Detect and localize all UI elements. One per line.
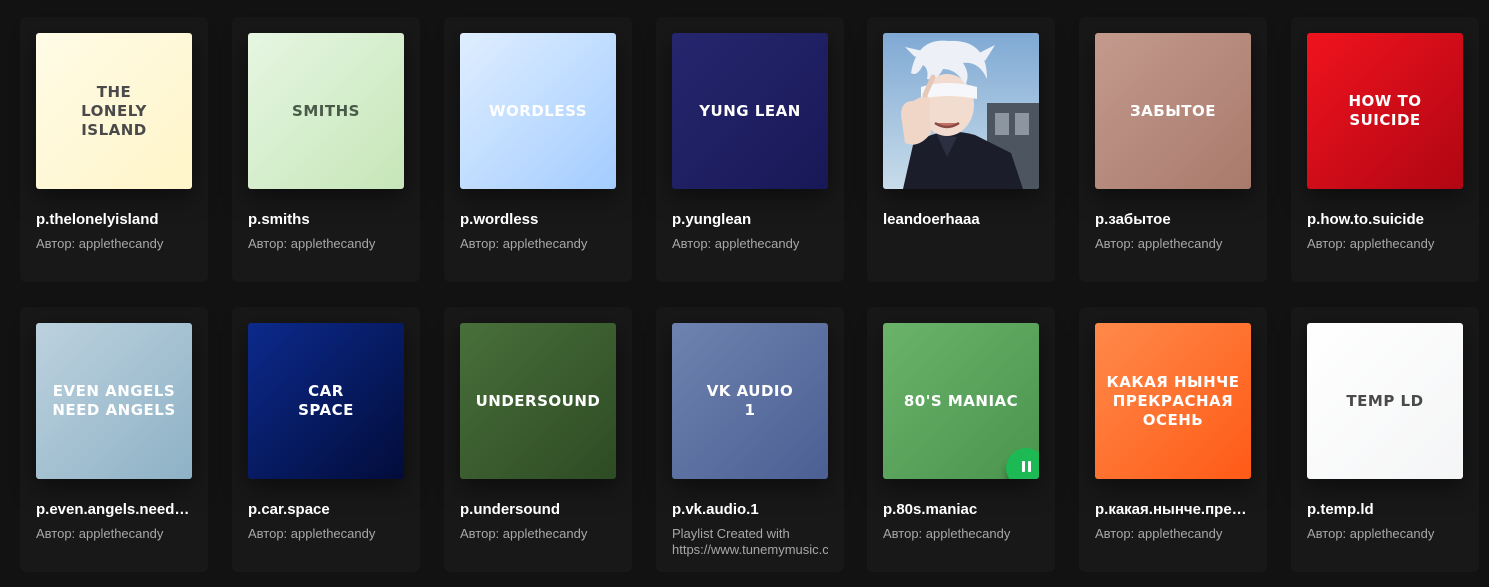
playlist-cover[interactable]: THE LONELY ISLAND xyxy=(36,33,192,189)
playlist-cover[interactable]: EVEN ANGELS NEED ANGELS xyxy=(36,323,192,479)
playlist-cover[interactable]: HOW TO SUICIDE xyxy=(1307,33,1463,189)
cover-text: YUNG LEAN xyxy=(699,101,801,120)
playlist-grid: THE LONELY ISLAND p.thelonelyisland Автор:… xyxy=(0,0,1489,587)
cover-text: CAR SPACE xyxy=(298,382,354,419)
playlist-subtitle: Автор: applethecandy xyxy=(883,526,1011,541)
playlist-cover[interactable]: YUNG LEAN xyxy=(672,33,828,189)
playlist-card[interactable]: UNDERSOUND p.undersound Автор: applethecan… xyxy=(444,307,632,572)
playlist-card[interactable]: SMITHS p.smiths Автор: applethecandy xyxy=(232,17,420,282)
playlist-card[interactable]: VK AUDIO 1 p.vk.audio.1 Playlist Created w… xyxy=(656,307,844,572)
playlist-subtitle: Автор: applethecandy xyxy=(1307,236,1435,251)
playlist-subtitle: Автор: applethecandy xyxy=(460,526,588,541)
playlist-subtitle: Автор: applethecandy xyxy=(248,526,376,541)
playlist-subtitle: Playlist Created with https://www.tunemy… xyxy=(672,526,828,557)
playlist-cover[interactable]: КАКАЯ НЫНЧЕ ПРЕКРАСНАЯ ОСЕНЬ xyxy=(1095,323,1251,479)
playlist-title[interactable]: p.temp.ld xyxy=(1307,501,1463,518)
playlist-subtitle: Автор: applethecandy xyxy=(36,526,164,541)
pause-button[interactable] xyxy=(1006,448,1039,479)
playlist-cover[interactable]: 80'S MANIAC xyxy=(883,323,1039,479)
playlist-title[interactable]: p.thelonelyisland xyxy=(36,211,192,228)
playlist-cover[interactable]: UNDERSOUND xyxy=(460,323,616,479)
playlist-title[interactable]: p.забытое xyxy=(1095,211,1251,228)
playlist-title[interactable]: p.какая.нынче.прекрасная.осень xyxy=(1095,501,1251,518)
playlist-card[interactable]: leandoerhaaa xyxy=(867,17,1055,282)
playlist-title[interactable]: p.vk.audio.1 xyxy=(672,501,828,518)
playlist-subtitle: Автор: applethecandy xyxy=(1095,236,1223,251)
playlist-card[interactable]: ЗАБЫТОЕ p.забытое Автор: applethecandy xyxy=(1079,17,1267,282)
playlist-card[interactable]: КАКАЯ НЫНЧЕ ПРЕКРАСНАЯ ОСЕНЬ p.какая.нынч… xyxy=(1079,307,1267,572)
playlist-card[interactable]: YUNG LEAN p.yunglean Автор: applethecandy xyxy=(656,17,844,282)
cover-text: ЗАБЫТОЕ xyxy=(1130,101,1216,120)
anime-character-image xyxy=(883,33,1039,189)
playlist-title[interactable]: p.even.angels.need.angels xyxy=(36,501,192,518)
playlist-subtitle: Автор: applethecandy xyxy=(1095,526,1223,541)
playlist-title[interactable]: p.smiths xyxy=(248,211,404,228)
cover-text: EVEN ANGELS NEED ANGELS xyxy=(52,382,176,419)
playlist-title[interactable]: p.undersound xyxy=(460,501,616,518)
playlist-card[interactable]: TEMP LD p.temp.ld Автор: applethecandy xyxy=(1291,307,1479,572)
playlist-title[interactable]: p.wordless xyxy=(460,211,616,228)
playlist-title[interactable]: p.80s.maniac xyxy=(883,501,1039,518)
playlist-card[interactable]: 80'S MANIAC p.80s.maniac Автор: appletheca… xyxy=(867,307,1055,572)
playlist-subtitle: Автор: applethecandy xyxy=(36,236,164,251)
playlist-cover[interactable]: TEMP LD xyxy=(1307,323,1463,479)
playlist-title[interactable]: p.yunglean xyxy=(672,211,828,228)
playlist-card[interactable]: WORDLESS p.wordless Автор: applethecandy xyxy=(444,17,632,282)
playlist-card[interactable]: EVEN ANGELS NEED ANGELS p.even.angels.nee… xyxy=(20,307,208,572)
playlist-cover[interactable]: ЗАБЫТОЕ xyxy=(1095,33,1251,189)
playlist-card[interactable]: CAR SPACE p.car.space Автор: applethecandy xyxy=(232,307,420,572)
cover-text: UNDERSOUND xyxy=(475,391,601,410)
playlist-cover[interactable]: VK AUDIO 1 xyxy=(672,323,828,479)
playlist-card[interactable]: THE LONELY ISLAND p.thelonelyisland Автор:… xyxy=(20,17,208,282)
playlist-title[interactable]: p.how.to.suicide xyxy=(1307,211,1463,228)
playlist-subtitle: Автор: applethecandy xyxy=(248,236,376,251)
cover-text: HOW TO SUICIDE xyxy=(1348,92,1422,129)
cover-text: TEMP LD xyxy=(1346,391,1424,410)
cover-text: THE LONELY ISLAND xyxy=(81,82,147,139)
playlist-card[interactable]: HOW TO SUICIDE p.how.to.suicide Автор: app… xyxy=(1291,17,1479,282)
playlist-title[interactable]: p.car.space xyxy=(248,501,404,518)
cover-text: КАКАЯ НЫНЧЕ ПРЕКРАСНАЯ ОСЕНЬ xyxy=(1106,372,1240,429)
playlist-subtitle: Автор: applethecandy xyxy=(460,236,588,251)
playlist-subtitle: Автор: applethecandy xyxy=(1307,526,1435,541)
pause-icon xyxy=(1020,459,1032,477)
cover-text: 80'S MANIAC xyxy=(903,391,1019,410)
playlist-subtitle: Автор: applethecandy xyxy=(672,236,800,251)
playlist-cover[interactable]: WORDLESS xyxy=(460,33,616,189)
playlist-cover[interactable]: SMITHS xyxy=(248,33,404,189)
cover-text: WORDLESS xyxy=(488,101,588,120)
cover-text: SMITHS xyxy=(292,101,360,120)
playlist-cover[interactable]: CAR SPACE xyxy=(248,323,404,479)
playlist-title[interactable]: leandoerhaaa xyxy=(883,211,1039,228)
playlist-cover[interactable] xyxy=(883,33,1039,189)
cover-text: VK AUDIO 1 xyxy=(706,382,794,419)
